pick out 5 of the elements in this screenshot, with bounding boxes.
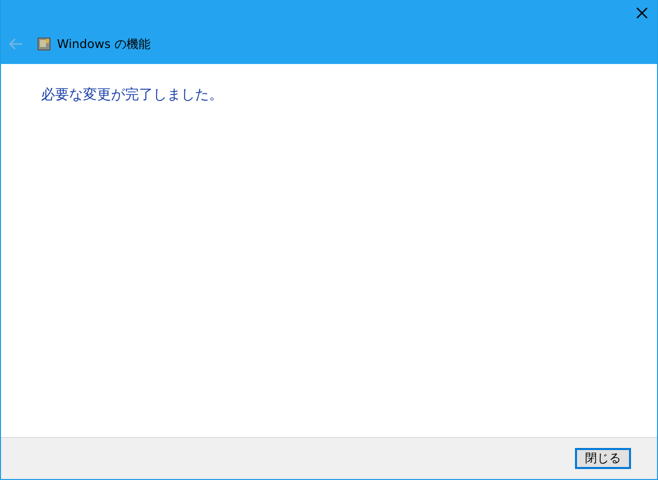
close-dialog-button[interactable]: 閉じる [575, 448, 631, 469]
close-button[interactable] [635, 6, 649, 20]
app-icon [37, 37, 51, 51]
status-message: 必要な変更が完了しました。 [41, 86, 224, 104]
window-title: Windows の機能 [57, 36, 150, 52]
